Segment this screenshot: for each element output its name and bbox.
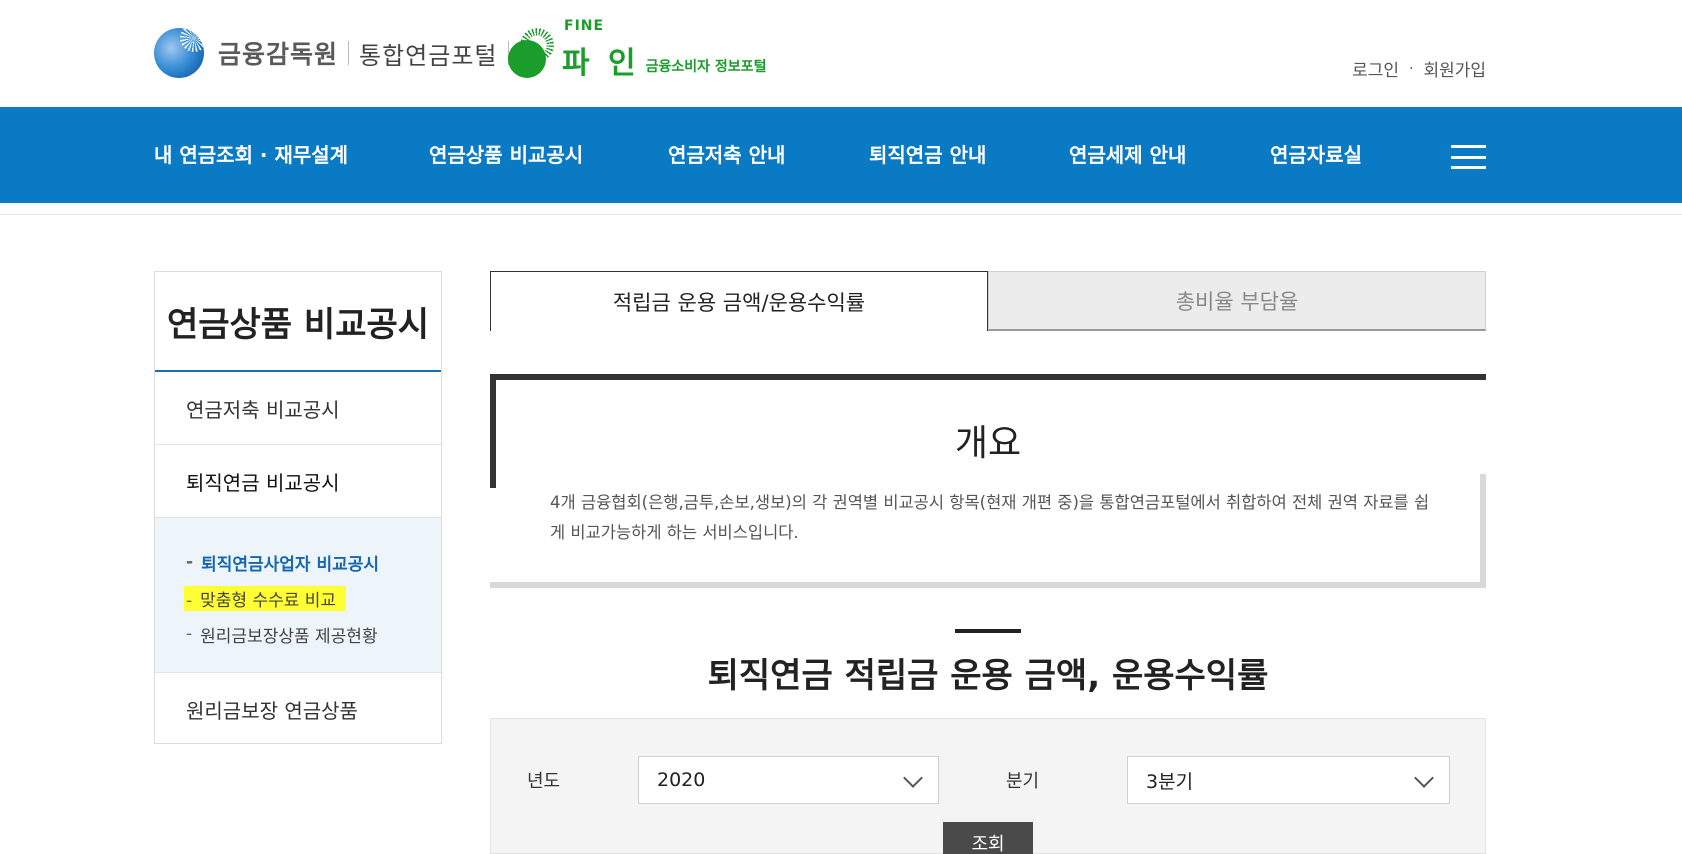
auth-separator: · bbox=[1408, 60, 1414, 77]
nav-item-retirement-guide[interactable]: 퇴직연금 안내 bbox=[869, 139, 986, 168]
signup-link[interactable]: 회원가입 bbox=[1423, 56, 1486, 81]
globe-logo-icon bbox=[154, 28, 204, 78]
site-header: 금융감독원 통합연금포털 FINE 파 인 금융소비자 정보포털 로그인 · 회원… bbox=[0, 0, 1682, 107]
section-title-bar bbox=[955, 629, 1021, 633]
fss-logo[interactable]: 금융감독원 통합연금포털 bbox=[154, 28, 519, 78]
tab-reserve-return[interactable]: 적립금 운용 금액/운용수익률 bbox=[490, 271, 988, 331]
logo-divider bbox=[348, 41, 350, 65]
search-button[interactable]: 조회 bbox=[943, 822, 1033, 854]
chevron-down-icon bbox=[1414, 768, 1434, 788]
section-title: 퇴직연금 적립금 운용 금액, 운용수익률 bbox=[707, 656, 1269, 696]
fine-sun-icon bbox=[506, 28, 556, 78]
year-label: 년도 bbox=[527, 771, 561, 792]
auth-links: 로그인 · 회원가입 bbox=[1352, 56, 1486, 82]
sidebar-subitem-provider-compare[interactable]: - 퇴직연금사업자 비교공시 bbox=[186, 544, 441, 580]
main-nav: 내 연금조회 · 재무설계 연금상품 비교공시 연금저축 안내 퇴직연금 안내 … bbox=[0, 107, 1682, 203]
sidebar-item-retirement-compare[interactable]: 퇴직연금 비교공시 bbox=[155, 445, 441, 518]
overview-description: 4개 금융협회(은행,금투,손보,생보)의 각 권역별 비교공시 항목(현재 개… bbox=[550, 493, 1430, 542]
sidebar-subitem-label: 맞춤형 수수료 비교 bbox=[200, 590, 337, 611]
login-link[interactable]: 로그인 bbox=[1352, 56, 1399, 81]
nav-item-my-pension[interactable]: 내 연금조회 · 재무설계 bbox=[154, 139, 348, 168]
divider bbox=[0, 214, 1682, 215]
hamburger-menu-icon[interactable] bbox=[1451, 145, 1486, 169]
sidebar: 연금상품 비교공시 연금저축 비교공시 퇴직연금 비교공시 - 퇴직연금사업자 … bbox=[154, 271, 442, 744]
nav-item-archive[interactable]: 연금자료실 bbox=[1270, 139, 1362, 168]
overview-border bbox=[490, 374, 1486, 380]
nav-item-savings-guide[interactable]: 연금저축 안내 bbox=[668, 139, 785, 168]
overview-title: 개요 bbox=[954, 423, 1022, 464]
tab-bar: 적립금 운용 금액/운용수익률 총비율 부담율 bbox=[490, 271, 1486, 331]
bullet-dash: - bbox=[186, 590, 193, 611]
quarter-label: 분기 bbox=[1006, 771, 1040, 792]
fss-name: 금융감독원 bbox=[218, 40, 339, 69]
fine-subtitle: 금융소비자 정보포털 bbox=[645, 59, 767, 75]
nav-item-tax-guide[interactable]: 연금세제 안내 bbox=[1069, 139, 1186, 168]
sidebar-subitem-label: 원리금보장상품 제공현황 bbox=[200, 626, 378, 647]
fine-logo-text: FINE 파 인 금융소비자 정보포털 bbox=[562, 18, 767, 82]
year-select[interactable]: 2020 bbox=[638, 756, 939, 804]
sidebar-submenu: - 퇴직연금사업자 비교공시 - 맞춤형 수수료 비교 - 원리금보장상품 제공현… bbox=[155, 518, 441, 673]
overview-border bbox=[490, 582, 1486, 588]
sidebar-item-guaranteed-products[interactable]: 원리금보장 연금상품 bbox=[155, 673, 441, 746]
filter-panel: 년도 2020 분기 3분기 조회 bbox=[490, 718, 1486, 854]
quarter-select-value: 3분기 bbox=[1146, 770, 1194, 793]
sidebar-subitem-fee-compare[interactable]: - 맞춤형 수수료 비교 bbox=[184, 580, 441, 616]
sidebar-title: 연금상품 비교공시 bbox=[155, 272, 441, 372]
quarter-select[interactable]: 3분기 bbox=[1127, 756, 1450, 804]
chevron-down-icon bbox=[903, 768, 923, 788]
year-select-value: 2020 bbox=[657, 769, 706, 791]
nav-item-product-compare[interactable]: 연금상품 비교공시 bbox=[429, 139, 583, 168]
fine-en-text: FINE bbox=[564, 18, 605, 34]
sidebar-subitem-label: 퇴직연금사업자 비교공시 bbox=[201, 554, 380, 575]
fine-ko-text: 파 인 bbox=[562, 46, 640, 81]
portal-name: 통합연금포털 bbox=[359, 41, 498, 70]
fine-logo[interactable]: FINE 파 인 금융소비자 정보포털 bbox=[506, 18, 767, 82]
tab-total-cost-ratio[interactable]: 총비율 부담율 bbox=[988, 271, 1486, 331]
sidebar-item-savings-compare[interactable]: 연금저축 비교공시 bbox=[155, 372, 441, 445]
overview-box: 개요 4개 금융협회(은행,금투,손보,생보)의 각 권역별 비교공시 항목(현… bbox=[490, 374, 1486, 588]
bullet-dash: - bbox=[186, 552, 194, 572]
highlight-mark: - 맞춤형 수수료 비교 bbox=[184, 585, 347, 611]
sidebar-subitem-guaranteed-status[interactable]: - 원리금보장상품 제공현황 bbox=[186, 616, 441, 652]
bullet-dash: - bbox=[186, 624, 193, 644]
overview-border bbox=[1480, 474, 1486, 588]
